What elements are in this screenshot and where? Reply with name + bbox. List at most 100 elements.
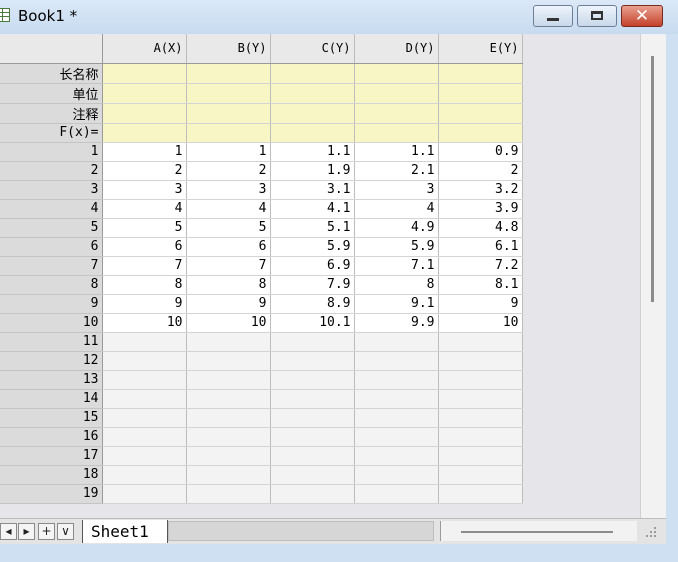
- meta-cell[interactable]: [186, 103, 271, 124]
- data-cell[interactable]: 4.1: [270, 199, 355, 219]
- data-cell[interactable]: 4.9: [354, 218, 439, 238]
- data-cell[interactable]: 5.1: [270, 218, 355, 238]
- meta-cell[interactable]: [102, 63, 187, 84]
- data-cell[interactable]: 8: [354, 275, 439, 295]
- resize-grip-icon[interactable]: [644, 525, 658, 539]
- meta-row-label[interactable]: 注释: [0, 103, 103, 124]
- worksheet-grid[interactable]: A(X) B(Y) C(Y) D(Y) E(Y) 长名称 单位 注释 F(x)= 1 1 1 1.1 1.…: [0, 34, 640, 518]
- meta-cell[interactable]: [102, 83, 187, 104]
- data-cell[interactable]: [270, 446, 355, 466]
- meta-cell[interactable]: [102, 123, 187, 143]
- data-cell[interactable]: [102, 484, 187, 504]
- data-cell[interactable]: [438, 351, 523, 371]
- data-cell[interactable]: 8.9: [270, 294, 355, 314]
- data-cell[interactable]: 3.9: [438, 199, 523, 219]
- data-cell[interactable]: [102, 427, 187, 447]
- data-cell[interactable]: [438, 332, 523, 352]
- horizontal-scroll-thumb[interactable]: [461, 531, 613, 533]
- title-bar[interactable]: Book1 * ✕: [0, 0, 678, 34]
- data-cell[interactable]: 2: [102, 161, 187, 181]
- data-cell[interactable]: [270, 484, 355, 504]
- row-header[interactable]: 3: [0, 180, 103, 200]
- row-header[interactable]: 1: [0, 142, 103, 162]
- row-header[interactable]: 4: [0, 199, 103, 219]
- data-cell[interactable]: [102, 389, 187, 409]
- next-sheet-button[interactable]: ▸: [18, 523, 35, 540]
- data-cell[interactable]: 0.9: [438, 142, 523, 162]
- data-cell[interactable]: [186, 332, 271, 352]
- data-cell[interactable]: 6: [102, 237, 187, 257]
- data-cell[interactable]: [270, 427, 355, 447]
- data-cell[interactable]: 1.9: [270, 161, 355, 181]
- data-cell[interactable]: 2.1: [354, 161, 439, 181]
- row-header[interactable]: 11: [0, 332, 103, 352]
- data-cell[interactable]: 7.9: [270, 275, 355, 295]
- data-cell[interactable]: 4: [354, 199, 439, 219]
- data-cell[interactable]: 1: [186, 142, 271, 162]
- meta-cell[interactable]: [354, 83, 439, 104]
- data-cell[interactable]: 4: [102, 199, 187, 219]
- meta-row-label[interactable]: 单位: [0, 83, 103, 104]
- data-cell[interactable]: 6.1: [438, 237, 523, 257]
- data-cell[interactable]: 8.1: [438, 275, 523, 295]
- row-header[interactable]: 5: [0, 218, 103, 238]
- data-cell[interactable]: [102, 351, 187, 371]
- row-header[interactable]: 15: [0, 408, 103, 428]
- meta-cell[interactable]: [270, 103, 355, 124]
- meta-cell[interactable]: [354, 103, 439, 124]
- meta-cell[interactable]: [186, 123, 271, 143]
- row-header[interactable]: 18: [0, 465, 103, 485]
- data-cell[interactable]: [102, 465, 187, 485]
- row-header[interactable]: 2: [0, 161, 103, 181]
- data-cell[interactable]: [354, 389, 439, 409]
- row-header[interactable]: 16: [0, 427, 103, 447]
- meta-cell[interactable]: [438, 63, 523, 84]
- row-header[interactable]: 19: [0, 484, 103, 504]
- data-cell[interactable]: 7: [186, 256, 271, 276]
- data-cell[interactable]: [186, 351, 271, 371]
- data-cell[interactable]: [186, 370, 271, 390]
- column-header[interactable]: B(Y): [186, 34, 271, 64]
- data-cell[interactable]: 10: [186, 313, 271, 333]
- data-cell[interactable]: [186, 408, 271, 428]
- maximize-button[interactable]: [577, 5, 617, 27]
- meta-cell[interactable]: [270, 63, 355, 84]
- data-cell[interactable]: 9: [438, 294, 523, 314]
- data-cell[interactable]: 2: [438, 161, 523, 181]
- data-cell[interactable]: 1.1: [354, 142, 439, 162]
- data-cell[interactable]: [438, 370, 523, 390]
- data-cell[interactable]: [354, 446, 439, 466]
- data-cell[interactable]: [186, 427, 271, 447]
- data-cell[interactable]: 7.2: [438, 256, 523, 276]
- meta-cell[interactable]: [354, 123, 439, 143]
- data-cell[interactable]: [354, 370, 439, 390]
- data-cell[interactable]: [270, 370, 355, 390]
- data-cell[interactable]: 6.9: [270, 256, 355, 276]
- data-cell[interactable]: 5.9: [354, 237, 439, 257]
- meta-row-label[interactable]: 长名称: [0, 63, 103, 84]
- close-button[interactable]: ✕: [621, 5, 663, 27]
- meta-cell[interactable]: [270, 123, 355, 143]
- horizontal-scrollbar[interactable]: [440, 521, 637, 541]
- data-cell[interactable]: [102, 370, 187, 390]
- meta-cell[interactable]: [102, 103, 187, 124]
- data-cell[interactable]: 9: [102, 294, 187, 314]
- data-cell[interactable]: 9.9: [354, 313, 439, 333]
- row-header[interactable]: 6: [0, 237, 103, 257]
- data-cell[interactable]: 9.1: [354, 294, 439, 314]
- data-cell[interactable]: [186, 446, 271, 466]
- corner-cell[interactable]: [0, 34, 103, 64]
- data-cell[interactable]: 10.1: [270, 313, 355, 333]
- column-header[interactable]: D(Y): [354, 34, 439, 64]
- data-cell[interactable]: [354, 332, 439, 352]
- minimize-button[interactable]: [533, 5, 573, 27]
- data-cell[interactable]: 3: [102, 180, 187, 200]
- data-cell[interactable]: [270, 332, 355, 352]
- data-cell[interactable]: [438, 465, 523, 485]
- data-cell[interactable]: 9: [186, 294, 271, 314]
- data-cell[interactable]: 5: [102, 218, 187, 238]
- meta-cell[interactable]: [438, 83, 523, 104]
- meta-row-label[interactable]: F(x)=: [0, 123, 103, 143]
- column-header[interactable]: C(Y): [270, 34, 355, 64]
- data-cell[interactable]: 3.2: [438, 180, 523, 200]
